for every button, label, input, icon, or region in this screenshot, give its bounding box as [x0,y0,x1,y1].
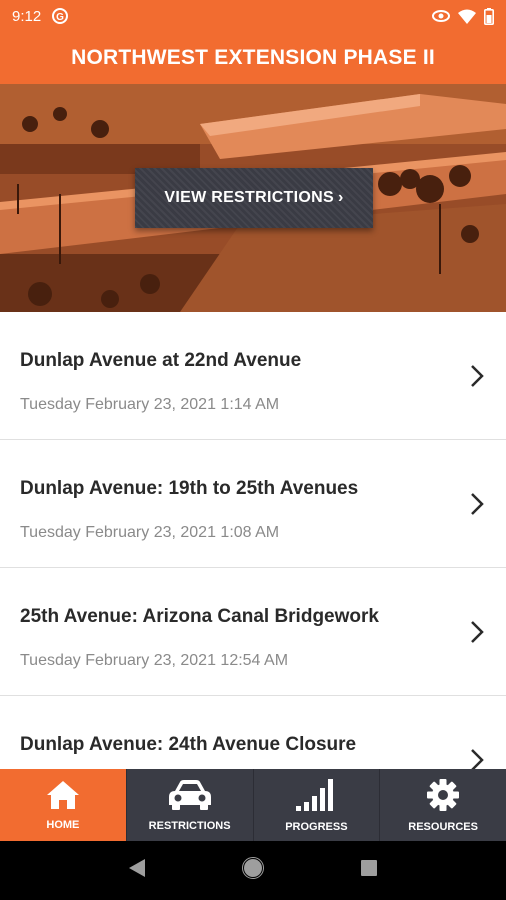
restrictions-list: Dunlap Avenue at 22nd Avenue Tuesday Feb… [0,312,506,824]
eye-icon [432,9,450,23]
bottom-nav: HOME RESTRICTIONS PROGRESS RESOURCES [0,769,506,841]
item-title: Dunlap Avenue: 19th to 25th Avenues [20,478,359,499]
item-title: Dunlap Avenue at 22nd Avenue [20,350,302,371]
chevron-right-icon: › [337,189,344,206]
battery-icon [484,7,494,25]
wifi-icon [458,9,476,24]
sync-icon: G [51,7,69,25]
home-circle-icon[interactable] [242,857,264,884]
app-bar: NORTHWEST EXTENSION PHASE II [0,32,506,84]
item-title: 25th Avenue: Arizona Canal Bridgework [20,606,379,627]
nav-home[interactable]: HOME [0,769,127,841]
item-title: Dunlap Avenue: 24th Avenue Closure [20,734,357,755]
signal-bars-icon [295,778,337,815]
chevron-right-icon [470,620,484,649]
home-icon [46,780,80,813]
nav-restrictions-label: RESTRICTIONS [148,819,231,832]
item-date: Tuesday February 23, 2021 12:54 AM [20,652,289,669]
page-title: NORTHWEST EXTENSION PHASE II [71,46,435,69]
nav-progress[interactable]: PROGRESS [254,769,381,841]
hero-banner: VIEW RESTRICTIONS › [0,84,506,312]
nav-home-label: HOME [46,818,80,831]
nav-resources[interactable]: RESOURCES [380,769,506,841]
nav-progress-label: PROGRESS [285,820,348,833]
list-item[interactable]: 25th Avenue: Arizona Canal Bridgework Tu… [0,568,506,696]
chevron-right-icon [470,364,484,393]
status-bar: 9:12 G [0,0,506,32]
list-item[interactable]: Dunlap Avenue at 22nd Avenue Tuesday Feb… [0,312,506,440]
gear-icon [426,778,460,815]
item-date: Tuesday February 23, 2021 1:08 AM [20,524,280,541]
status-time: 9:12 [12,7,42,25]
svg-text:G: G [56,12,64,23]
nav-restrictions[interactable]: RESTRICTIONS [127,769,254,841]
list-item[interactable]: Dunlap Avenue: 19th to 25th Avenues Tues… [0,440,506,568]
recents-icon[interactable] [360,859,378,882]
item-date: Tuesday February 23, 2021 1:14 AM [20,396,280,413]
nav-resources-label: RESOURCES [408,820,478,833]
back-icon[interactable] [128,858,146,883]
car-icon [167,779,213,814]
chevron-right-icon [470,492,484,521]
system-nav-bar [0,841,506,900]
view-restrictions-label: VIEW RESTRICTIONS [164,189,334,206]
view-restrictions-button[interactable]: VIEW RESTRICTIONS › [135,168,373,228]
